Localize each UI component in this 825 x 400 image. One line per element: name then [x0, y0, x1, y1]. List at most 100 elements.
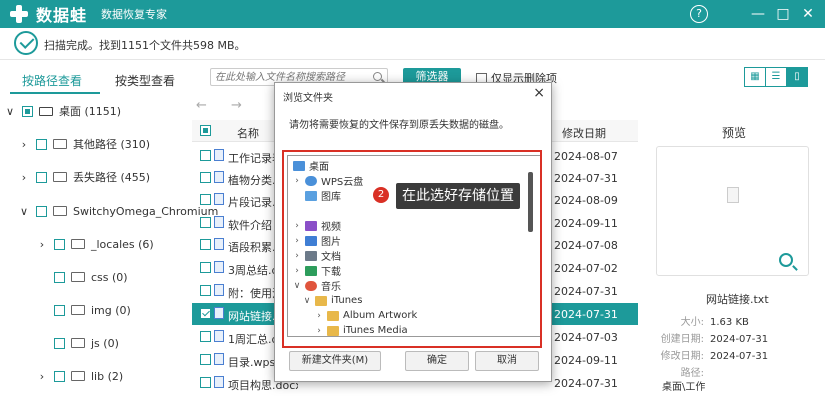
row-checkbox[interactable] [200, 331, 211, 342]
file-name: 软件介绍 - [228, 219, 278, 232]
new-folder-button[interactable]: 新建文件夹(M) [289, 351, 381, 371]
row-checkbox[interactable] [200, 377, 211, 388]
tree-checkbox[interactable] [36, 138, 47, 150]
folder-item-pictures[interactable]: › 图片 [292, 233, 341, 248]
download-icon [305, 265, 317, 276]
folder-item-wps[interactable]: › WPS云盘 [292, 173, 363, 188]
tree-checkbox[interactable] [36, 171, 47, 183]
folder-icon [53, 206, 67, 216]
tree-checkbox[interactable] [54, 304, 65, 316]
chevron-right-icon[interactable]: › [314, 326, 324, 336]
chevron-right-icon[interactable]: › [292, 236, 302, 246]
tree-item-img[interactable]: img (0) [48, 300, 131, 320]
file-date: 2024-07-02 [554, 262, 618, 275]
tree-item-lost-paths[interactable]: › 丢失路径 (455) [18, 167, 150, 187]
tree-checkbox[interactable] [54, 370, 65, 382]
check-circle-icon [14, 31, 38, 55]
select-all-checkbox[interactable] [200, 125, 211, 136]
chevron-right-icon[interactable]: › [18, 138, 30, 151]
help-icon[interactable]: ? [690, 5, 708, 23]
tree-checkbox[interactable] [22, 105, 33, 117]
folder-item-gallery[interactable]: 图库 [302, 188, 341, 203]
row-checkbox[interactable] [200, 172, 211, 183]
folder-item-downloads[interactable]: › 下载 [292, 263, 341, 278]
document-icon [214, 353, 224, 365]
chevron-down-icon[interactable]: ∨ [292, 281, 302, 291]
tree-item-locales[interactable]: › _locales (6) [36, 234, 154, 254]
file-name: 语段积累.d [228, 241, 278, 254]
meta-path: 路径: [660, 364, 710, 379]
folder-item-itunes[interactable]: ∨ iTunes [302, 293, 363, 308]
search-icon[interactable] [373, 72, 382, 81]
tree-item-js[interactable]: js (0) [48, 333, 119, 353]
row-checkbox[interactable] [200, 194, 211, 205]
cloud-icon [305, 175, 317, 186]
chevron-right-icon[interactable]: › [18, 171, 30, 184]
folder-label: 文档 [321, 252, 341, 263]
chevron-down-icon[interactable]: ∨ [18, 205, 30, 218]
zoom-icon[interactable] [779, 253, 793, 267]
row-checkbox[interactable] [200, 239, 211, 250]
chevron-right-icon[interactable]: › [36, 238, 48, 251]
close-icon[interactable]: × [533, 85, 545, 101]
chevron-right-icon[interactable]: › [314, 311, 324, 321]
scrollbar[interactable] [528, 172, 533, 232]
row-checkbox[interactable] [200, 217, 211, 228]
chevron-down-icon[interactable]: ∨ [4, 105, 16, 118]
tree-item-switchyomega[interactable]: ∨ SwitchyOmega_Chromium [18, 201, 218, 221]
column-header-name[interactable]: 名称 [237, 125, 259, 141]
chevron-right-icon[interactable]: › [292, 266, 302, 276]
row-checkbox[interactable] [200, 150, 211, 161]
tree-checkbox[interactable] [54, 271, 65, 283]
tree-item-desktop[interactable]: ∨ 桌面 (1151) [4, 101, 121, 121]
row-checkbox[interactable] [200, 308, 211, 319]
meta-value: 桌面\工作 [662, 382, 706, 393]
back-arrow-icon[interactable]: ← [196, 98, 207, 113]
file-name: 目录.wps [228, 356, 276, 369]
document-icon [214, 376, 224, 388]
chevron-right-icon[interactable]: › [292, 176, 302, 186]
cancel-button[interactable]: 取消 [475, 351, 539, 371]
tree-item-label: css (0) [91, 270, 128, 284]
folder-item-itunes-media[interactable]: › iTunes Media [314, 323, 407, 336]
folder-icon [53, 139, 67, 149]
folder-icon [53, 172, 67, 182]
preview-title: 预览 [722, 126, 747, 140]
tree-checkbox[interactable] [36, 205, 47, 217]
tree-item-css[interactable]: css (0) [48, 267, 128, 287]
folder-label: 桌面 [309, 162, 329, 173]
column-header-date[interactable]: 修改日期 [562, 125, 606, 141]
folder-item-documents[interactable]: › 文档 [292, 248, 341, 263]
minimize-icon[interactable]: — [747, 4, 769, 24]
file-name: 附：使用注 [228, 287, 278, 300]
row-checkbox[interactable] [200, 285, 211, 296]
row-checkbox[interactable] [200, 262, 211, 273]
ok-button[interactable]: 确定 [405, 351, 469, 371]
chevron-down-icon[interactable]: ∨ [302, 296, 312, 306]
folder-item-videos[interactable]: › 视频 [292, 218, 341, 233]
tree-item-label: lib (2) [91, 369, 124, 383]
chevron-right-icon[interactable]: › [292, 221, 302, 231]
tree-item-other-paths[interactable]: › 其他路径 (310) [18, 134, 150, 154]
grid-view-icon[interactable]: ▦ [745, 68, 766, 86]
picture-icon [305, 235, 317, 246]
maximize-icon[interactable]: □ [772, 4, 794, 24]
chevron-right-icon[interactable]: › [292, 251, 302, 261]
tree-checkbox[interactable] [54, 238, 65, 250]
tree-checkbox[interactable] [54, 337, 65, 349]
tree-item-lib[interactable]: › lib (2) [36, 366, 123, 386]
forward-arrow-icon[interactable]: → [231, 98, 242, 113]
meta-label: 路径: [680, 368, 704, 379]
chevron-right-icon[interactable]: › [36, 370, 48, 383]
folder-item-music[interactable]: ∨ 音乐 [292, 278, 341, 293]
tab-by-type[interactable]: 按类型查看 [115, 72, 175, 89]
detail-view-icon[interactable]: ▯ [787, 68, 807, 86]
close-icon[interactable]: ✕ [797, 4, 819, 24]
list-view-icon[interactable]: ☰ [766, 68, 787, 86]
folder-item-album-artwork[interactable]: › Album Artwork [314, 308, 417, 323]
document-icon [214, 284, 224, 296]
document-icon [214, 307, 224, 319]
folder-item-desktop[interactable]: 桌面 [290, 158, 329, 173]
row-checkbox[interactable] [200, 354, 211, 365]
tab-by-path[interactable]: 按路径查看 [22, 72, 82, 89]
